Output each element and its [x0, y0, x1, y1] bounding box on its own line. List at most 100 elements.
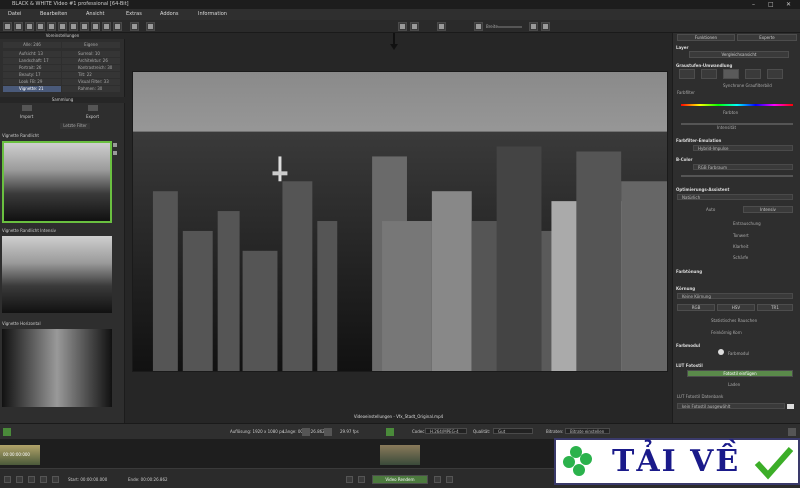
play-preview-icon[interactable] — [434, 476, 441, 483]
intensity-slider[interactable] — [681, 123, 793, 125]
tint-slider[interactable] — [681, 175, 793, 177]
export-icon[interactable] — [69, 22, 78, 31]
category-item[interactable]: Beauty: 17 — [3, 72, 61, 78]
undo-icon[interactable] — [398, 22, 407, 31]
lut-insert-button[interactable]: Fotostil einfügen — [687, 370, 793, 377]
menu-info[interactable]: Information — [198, 9, 227, 20]
back-icon[interactable] — [28, 476, 35, 483]
play-icon[interactable] — [3, 428, 11, 436]
lut-db-dropdown[interactable]: kein Fotostil ausgewählt — [677, 403, 785, 409]
render-video-button[interactable]: Video Rendern — [372, 475, 428, 484]
optimization-dropdown[interactable]: Natürlich — [677, 194, 793, 200]
settings-icon[interactable] — [91, 22, 100, 31]
new-icon[interactable] — [3, 22, 12, 31]
import-label[interactable]: Import — [20, 114, 33, 119]
category-item[interactable]: Kontrastreich: 30 — [62, 65, 120, 71]
lut-load-button[interactable]: Laden — [728, 382, 740, 387]
brush-icon[interactable] — [36, 22, 45, 31]
tab-all[interactable]: Alle: 246 — [3, 42, 61, 48]
sync-checkbox-label[interactable]: Synchrone Graufilterbild — [723, 83, 772, 88]
prev-frame-icon[interactable] — [16, 476, 23, 483]
fps-icon[interactable] — [324, 428, 332, 436]
auto-label[interactable]: Auto — [706, 207, 715, 212]
category-item[interactable]: Aufsicht: 13 — [3, 51, 61, 57]
category-item[interactable]: Rahmen: 30 — [62, 86, 120, 92]
colormodule-button[interactable]: Farbmodul — [728, 351, 749, 356]
zoom-fit-icon[interactable] — [529, 22, 538, 31]
tab-functions[interactable]: Funktionen — [677, 34, 735, 41]
preset-thumbnail[interactable] — [2, 236, 112, 313]
hue-slider[interactable] — [681, 104, 793, 106]
category-item[interactable]: Visual Filter: 33 — [62, 79, 120, 85]
tone-option[interactable]: Tonwert — [733, 233, 749, 238]
tab-own[interactable]: Eigene — [62, 42, 120, 48]
conversion-mode-3[interactable] — [723, 69, 739, 79]
copy-icon[interactable] — [47, 22, 56, 31]
download-badge[interactable]: TẢI VỀ — [554, 438, 800, 485]
preset-thumbnail[interactable] — [2, 329, 112, 407]
folder-icon[interactable] — [787, 404, 794, 409]
open-icon[interactable] — [14, 22, 23, 31]
next-icon[interactable] — [358, 476, 365, 483]
conversion-mode-4[interactable] — [745, 69, 761, 79]
grain-dropdown[interactable]: Keine Körnung — [677, 293, 793, 299]
menu-extras[interactable]: Extras — [126, 9, 142, 20]
category-item-selected[interactable]: Vignette: 21 — [3, 86, 61, 92]
denoise-option[interactable]: Entrauschung — [733, 221, 761, 226]
category-item[interactable]: Look FB: 29 — [3, 79, 61, 85]
conversion-mode-2[interactable] — [701, 69, 717, 79]
extra-button[interactable]: Intensiv — [743, 206, 793, 213]
bitrate-dropdown[interactable]: Bitrate einstellen — [565, 428, 610, 434]
rgb-button[interactable]: RGB — [677, 304, 715, 311]
zoom-slider[interactable] — [498, 26, 522, 28]
preset-thumbnail-selected[interactable] — [2, 141, 112, 223]
preset-edit-icon[interactable] — [113, 151, 117, 155]
grid-view-icon[interactable] — [22, 105, 32, 111]
close-icon[interactable]: ✕ — [786, 0, 791, 9]
expand-icon[interactable] — [788, 428, 796, 436]
codec-dropdown[interactable]: H.264/MPEG-4 — [425, 428, 467, 434]
compare-button[interactable]: Vergleichsansicht — [689, 51, 789, 58]
clarity-option[interactable]: Klarheit — [733, 244, 748, 249]
crop-icon[interactable] — [130, 22, 139, 31]
skip-end-icon[interactable] — [52, 476, 59, 483]
conversion-mode-5[interactable] — [767, 69, 783, 79]
timeline-clip-mid[interactable] — [380, 445, 420, 465]
sharpen-option[interactable]: Schärfe — [733, 255, 748, 260]
category-item[interactable]: Portrait: 26 — [3, 65, 61, 71]
audio-icon[interactable] — [386, 428, 394, 436]
menu-addons[interactable]: Addons — [160, 9, 179, 20]
category-item[interactable]: Surreal: 10 — [62, 51, 120, 57]
category-item[interactable]: Architektur: 26 — [62, 58, 120, 64]
list-view-icon[interactable] — [88, 105, 98, 111]
help-icon[interactable] — [113, 22, 122, 31]
tab-expert[interactable]: Experte — [737, 34, 797, 41]
minimize-icon[interactable]: – — [752, 0, 755, 9]
maximize-icon[interactable]: □ — [768, 0, 774, 9]
paste-icon[interactable] — [58, 22, 67, 31]
hsv-button[interactable]: HSV — [717, 304, 755, 311]
preview-image[interactable] — [132, 71, 668, 372]
stop-icon[interactable] — [446, 476, 453, 483]
category-item[interactable]: Tilt: 22 — [62, 72, 120, 78]
quality-dropdown[interactable]: Gut — [493, 428, 533, 434]
print-icon[interactable] — [80, 22, 89, 31]
recent-filter-button[interactable]: Letzte Filter — [60, 123, 90, 129]
preset-fav-icon[interactable] — [113, 143, 117, 147]
forward-icon[interactable] — [40, 476, 47, 483]
conversion-mode-1[interactable] — [679, 69, 695, 79]
frame-icon[interactable] — [302, 428, 310, 436]
skip-start-icon[interactable] — [4, 476, 11, 483]
tint-dropdown[interactable]: RGB Farbraum — [693, 164, 793, 170]
overlay-icon[interactable] — [146, 22, 155, 31]
split-view-icon[interactable] — [437, 22, 446, 31]
menu-file[interactable]: Datei — [8, 9, 21, 20]
menu-edit[interactable]: Bearbeiten — [40, 9, 67, 20]
zoom-in-icon[interactable] — [474, 22, 483, 31]
export-label[interactable]: Export — [86, 114, 99, 119]
info-icon[interactable] — [102, 22, 111, 31]
redo-icon[interactable] — [410, 22, 419, 31]
category-item[interactable]: Landschaft: 17 — [3, 58, 61, 64]
prev-icon[interactable] — [346, 476, 353, 483]
tone-button[interactable]: TR1 — [757, 304, 793, 311]
